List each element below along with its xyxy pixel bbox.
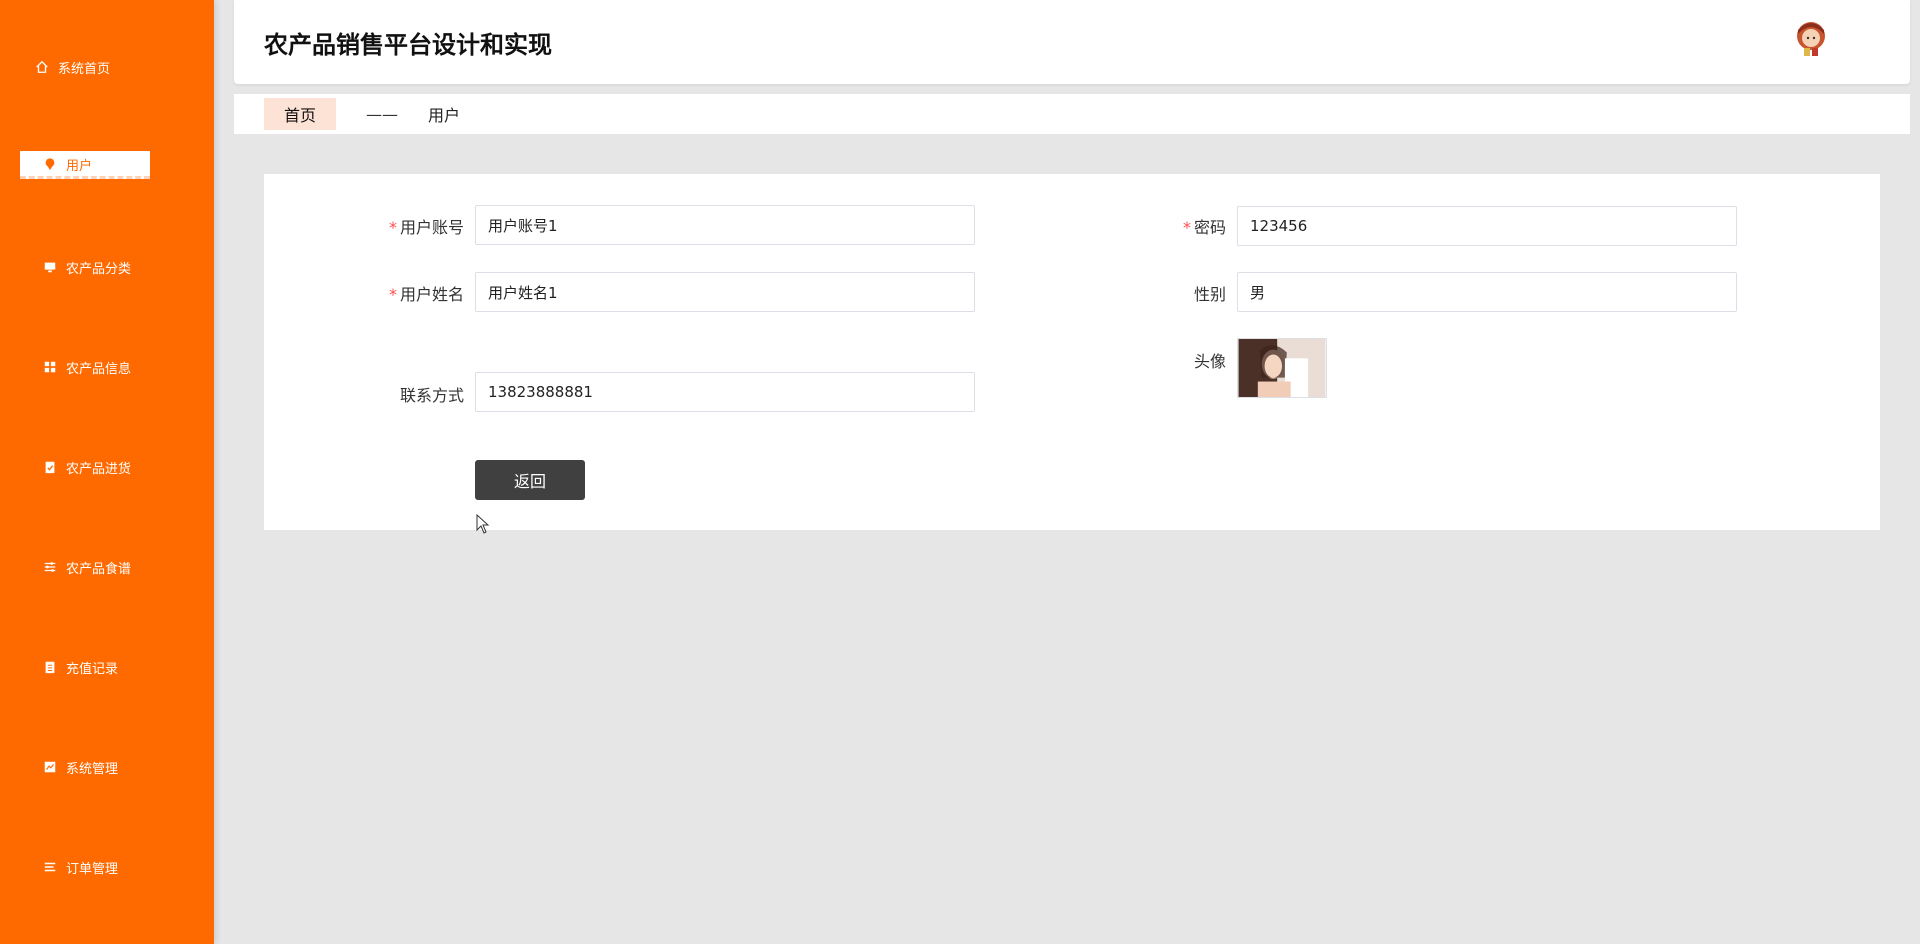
top-header: 农产品销售平台设计和实现 <box>234 0 1910 84</box>
list-icon <box>42 859 58 875</box>
sidebar-item-home[interactable]: 系统首页 <box>0 52 214 82</box>
name-label-text: 用户姓名 <box>399 285 464 304</box>
contact-label: 联系方式 <box>399 386 464 405</box>
gender-field[interactable]: 男 <box>1237 272 1737 312</box>
breadcrumb-current: 用户 <box>428 106 461 125</box>
account-field[interactable]: 用户账号1 <box>475 205 975 245</box>
mouse-cursor-icon <box>476 514 490 534</box>
gender-label: 性别 <box>1193 285 1226 304</box>
sidebar-item-label: 系统首页 <box>58 61 111 77</box>
sidebar-item-order-management[interactable]: 订单管理 <box>0 852 214 882</box>
avatar-image[interactable] <box>1237 338 1327 398</box>
sidebar-item-label: 农产品信息 <box>66 361 132 377</box>
sidebar-item-users[interactable]: 用户 <box>0 149 214 179</box>
sidebar-item-label: 充值记录 <box>66 661 119 677</box>
account-label-text: 用户账号 <box>399 218 464 237</box>
home-icon <box>34 59 50 75</box>
clipboard-check-icon <box>42 459 58 475</box>
sidebar-item-system-management[interactable]: 系统管理 <box>0 752 214 782</box>
required-mark: * <box>388 218 397 237</box>
contact-field[interactable]: 13823888881 <box>475 372 975 412</box>
sidebar: 系统首页 用户 农产品分类 农产品信息 农产品进货 农产品食谱 充值记录 系统管… <box>0 0 214 944</box>
password-label-text: 密码 <box>1193 218 1226 237</box>
portrait-photo-icon <box>1238 339 1326 397</box>
sidebar-item-product-purchase[interactable]: 农产品进货 <box>0 452 214 482</box>
chart-icon <box>42 759 58 775</box>
avatar-label: 头像 <box>1193 352 1226 371</box>
clipboard-icon <box>42 659 58 675</box>
required-mark: * <box>388 285 397 304</box>
monitor-icon <box>42 259 58 275</box>
sidebar-item-recharge-records[interactable]: 充值记录 <box>0 652 214 682</box>
breadcrumb-separator: —— <box>366 104 399 124</box>
location-pin-icon <box>42 156 58 172</box>
breadcrumb: 首页 —— 用户 <box>234 94 1910 134</box>
back-button[interactable]: 返回 <box>475 460 585 500</box>
password-field[interactable]: 123456 <box>1237 206 1737 246</box>
user-avatar[interactable] <box>1790 18 1832 60</box>
sidebar-item-label: 订单管理 <box>66 861 119 877</box>
sidebar-item-product-category[interactable]: 农产品分类 <box>0 252 214 282</box>
sidebar-item-label: 系统管理 <box>66 761 119 777</box>
sidebar-item-label: 农产品食谱 <box>66 561 132 577</box>
account-label: * 用户账号 <box>324 214 464 238</box>
sidebar-item-label: 用户 <box>66 158 93 174</box>
name-field[interactable]: 用户姓名1 <box>475 272 975 312</box>
app-title: 农产品销售平台设计和实现 <box>264 31 552 59</box>
breadcrumb-home[interactable]: 首页 <box>264 98 337 130</box>
password-label: * 密码 <box>1086 214 1226 238</box>
user-detail-form: * 用户账号 用户账号1 * 密码 123456 * 用户姓名 用户姓名1 性别 男 … <box>264 174 1880 530</box>
sidebar-item-label: 农产品分类 <box>66 261 132 277</box>
sidebar-item-product-recipe[interactable]: 农产品食谱 <box>0 552 214 582</box>
cartoon-avatar-icon <box>1797 22 1825 56</box>
sidebar-item-label: 农产品进货 <box>66 461 132 477</box>
name-label: * 用户姓名 <box>324 281 464 305</box>
sidebar-item-product-info[interactable]: 农产品信息 <box>0 352 214 382</box>
required-mark: * <box>1182 218 1191 237</box>
sliders-icon <box>42 559 58 575</box>
grid-icon <box>42 359 58 375</box>
